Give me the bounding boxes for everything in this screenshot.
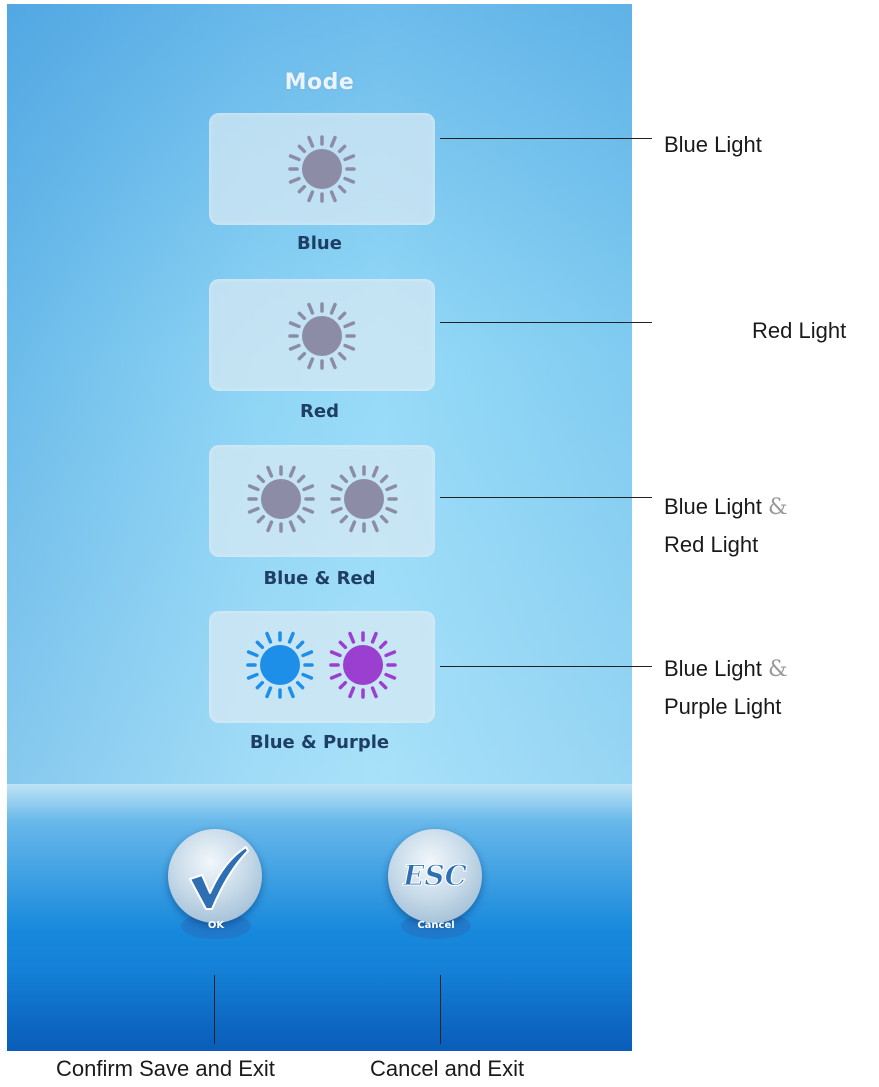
callout-line-blue-red [440,497,652,498]
esc-icon: ESC [402,859,469,893]
callout-line-cancel [440,975,441,1044]
mode-label-blue-red: Blue & Red [263,568,376,589]
ok-button-label: OK [207,920,225,931]
mode-title: Mode [284,70,355,95]
callout-blue-light: Blue Light [664,132,762,157]
callout-blue-purple: Blue Light & Purple Light [664,650,788,725]
callout-line-blue [440,138,652,139]
callout-red-light: Red Light [752,318,847,343]
callout-blue-red-line1: Blue Light [664,494,762,519]
sun-icon [288,135,356,203]
callout-line-blue-purple [440,666,652,667]
callout-blue-red-amp: & [767,495,788,520]
callout-cancel-exit: Cancel and Exit [370,1056,525,1081]
sun-icon [288,302,356,370]
mode-button-blue[interactable] [209,113,435,225]
svg-text:ESC: ESC [402,859,468,892]
callout-confirm-save-exit: Confirm Save and Exit [56,1056,275,1081]
cancel-button-label: Cancel [417,920,455,931]
mode-label-red: Red [300,401,339,422]
ok-button[interactable] [168,829,262,923]
callout-line-ok [214,975,215,1044]
callout-line-red [440,322,652,323]
blue-purple-sun-icon [246,631,397,699]
callout-blue-purple-line1: Blue Light [664,656,762,681]
checkmark-icon [189,846,249,910]
dual-sun-icon [247,465,398,533]
mode-button-blue-red[interactable] [209,445,435,557]
bottom-panel: OK ESC Cancel [7,784,632,1051]
mode-button-red[interactable] [209,279,435,391]
device-screen: Mode Blue Red Blue & Red Blue & Purple O… [7,4,632,1051]
callout-blue-purple-amp: & [767,657,788,682]
callout-blue-red: Blue Light & Red Light [664,488,788,563]
mode-label-blue-purple: Blue & Purple [249,732,390,753]
mode-label-blue: Blue [297,233,342,254]
callout-blue-purple-line2: Purple Light [664,694,782,719]
mode-button-blue-purple[interactable] [209,611,435,723]
cancel-button[interactable]: ESC [388,829,482,923]
callout-blue-red-line2: Red Light [664,532,759,557]
